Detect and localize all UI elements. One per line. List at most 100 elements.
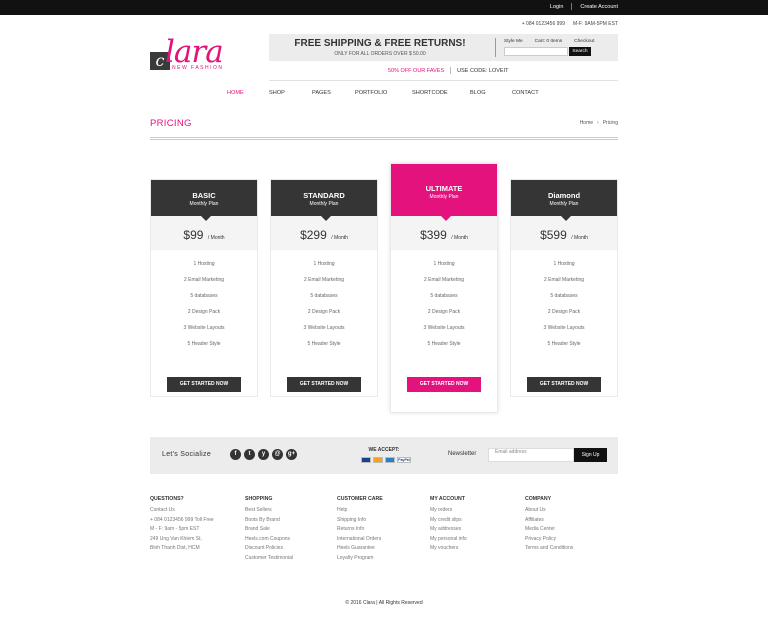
breadcrumb-separator: › [597,120,599,126]
footer-link[interactable]: My personal info [430,536,467,546]
twitter-icon[interactable]: t [244,449,255,460]
email-icon[interactable]: @ [272,449,283,460]
feature-item: 1 Hosting [313,261,335,267]
plan-period: Monthly Plan [429,194,459,200]
nav-portfolio[interactable]: PORTFOLIO [355,90,412,96]
feature-item: 2 Email Marketing [183,277,224,283]
main-nav: HOME SHOP PAGES PORTFOLIO SHORTCODE BLOG… [227,90,552,96]
plan-name: ULTIMATE [425,184,463,193]
get-started-button[interactable]: GET STARTED NOW [287,377,361,392]
header-divider [269,80,618,81]
get-started-button[interactable]: GET STARTED NOW [527,377,601,392]
breadcrumb-home[interactable]: Home [580,120,593,126]
feature-item: 1 Hosting [433,261,455,267]
price-period: / Month [207,235,225,241]
footer-heading: QUESTIONS? [150,496,184,502]
feature-item: 2 Design Pack [547,309,581,315]
footer-company: COMPANY About Us Affiliates Media Center… [525,496,573,555]
footer-link[interactable]: Media Center [525,526,573,536]
footer-link[interactable]: Privacy Policy [525,536,573,546]
nav-blog[interactable]: BLOG [470,90,512,96]
footer-link[interactable]: Customer Testimonial [245,555,293,565]
footer-link[interactable]: Affiliates [525,517,573,527]
footer-link[interactable]: My vouchers [430,545,467,555]
footer-link[interactable]: Brand Sale [245,526,293,536]
plan-name: Diamond [547,191,581,200]
footer-link[interactable]: Discount Policies [245,545,293,555]
login-link[interactable]: Login [550,4,563,10]
feature-item: 2 Design Pack [307,309,341,315]
nav-shortcode[interactable]: SHORTCODE [412,90,470,96]
get-started-button[interactable]: GET STARTED NOW [407,377,481,392]
plan-arrow [561,216,571,221]
facebook-icon[interactable]: f [230,449,241,460]
get-started-button[interactable]: GET STARTED NOW [167,377,241,392]
nav-home[interactable]: HOME [227,90,269,96]
nav-shop[interactable]: SHOP [269,90,312,96]
footer-link[interactable]: Help [337,507,383,517]
feature-item: 5 Header Style [307,341,341,347]
feature-item: 5 Header Style [427,341,461,347]
socialize-label: Let's Socialize [162,451,212,458]
style-me-link[interactable]: Style Me [504,39,523,44]
footer-link[interactable]: My orders [430,507,467,517]
price-period: / Month [451,235,468,241]
plan-ultimate: ULTIMATE Monthly Plan $399 / Month 1 Hos… [390,163,498,413]
plan-name: STANDARD [303,191,345,200]
nav-contact[interactable]: CONTACT [512,90,552,96]
footer-link[interactable]: Boots By Brand [245,517,293,527]
title-divider [150,137,618,140]
offer-strip: 50% OFF OUR FAVES USE CODE: LOVEIT [388,67,509,74]
footer-link[interactable]: Heels.com Coupons [245,536,293,546]
payment-cards: PayPal [361,457,411,463]
footer-my-account: MY ACCOUNT My orders My credit slips My … [430,496,467,555]
offer-text[interactable]: 50% OFF OUR FAVES [388,68,444,74]
search-button[interactable]: Search [569,47,591,56]
checkout-link[interactable]: Checkout [574,39,594,44]
footer-link[interactable]: Terms and Conditions [525,545,573,555]
we-accept-label: WE ACCEPT: [368,447,400,453]
top-bar: Login Create Account [0,0,768,15]
footer-link[interactable]: Loyalty Program [337,555,383,565]
visa-icon [361,457,371,463]
promo-banner: FREE SHIPPING & FREE RETURNS! ONLY FOR A… [269,34,618,61]
feature-item: 2 Design Pack [187,309,221,315]
nav-pages[interactable]: PAGES [312,90,355,96]
offer-code: USE CODE: LOVEIT [457,67,509,74]
amex-icon [385,457,395,463]
footer-link[interactable]: My credit slips [430,517,467,527]
google-plus-icon[interactable]: g+ [286,449,297,460]
plan-arrow [201,216,211,221]
signup-button[interactable]: Sign Up [574,448,607,462]
youtube-icon[interactable]: y [258,449,269,460]
footer-link[interactable]: International Orders [337,536,383,546]
footer-link[interactable]: Heels Guarantee [337,545,383,555]
footer-text: M - F: 9am - 5pm EST [150,526,200,532]
footer-link[interactable]: Best Sellers [245,507,293,517]
search-input[interactable] [504,47,568,56]
plan-price: $299 / Month [271,216,377,250]
feature-item: 3 Website Layouts [303,325,345,331]
newsletter-email-input[interactable]: Email address [488,448,574,462]
feature-item: 5 Header Style [547,341,581,347]
feature-item: 3 Website Layouts [423,325,465,331]
cart-link[interactable]: Cart: 0 Items [535,39,562,44]
create-account-link[interactable]: Create Account [580,4,618,10]
footer-link[interactable]: Contact Us [150,507,214,517]
footer-questions: QUESTIONS? Contact Us + 084 0123456 999 … [150,496,214,555]
mastercard-icon [373,457,383,463]
plan-basic: BASIC Monthly Plan $99 / Month 1 Hosting… [150,179,258,397]
site-logo[interactable]: c lara NEW FASHION [150,34,245,74]
footer-link[interactable]: Returns Info [337,526,383,536]
footer-text: Binh Thanh Dist, HCM [150,545,200,551]
plan-price: $399 / Month [391,216,497,250]
plan-standard: STANDARD Monthly Plan $299 / Month 1 Hos… [270,179,378,397]
promo-headline: FREE SHIPPING & FREE RETURNS! [294,38,466,49]
phone-number: + 084 0123456 999 [521,21,565,27]
footer-link[interactable]: About Us [525,507,573,517]
feature-item: 5 databases [550,293,578,299]
plan-diamond: Diamond Monthly Plan $599 / Month 1 Host… [510,179,618,397]
footer-link[interactable]: My addresses [430,526,467,536]
footer-link[interactable]: Shipping Info [337,517,383,527]
plan-header: BASIC Monthly Plan [151,180,257,221]
